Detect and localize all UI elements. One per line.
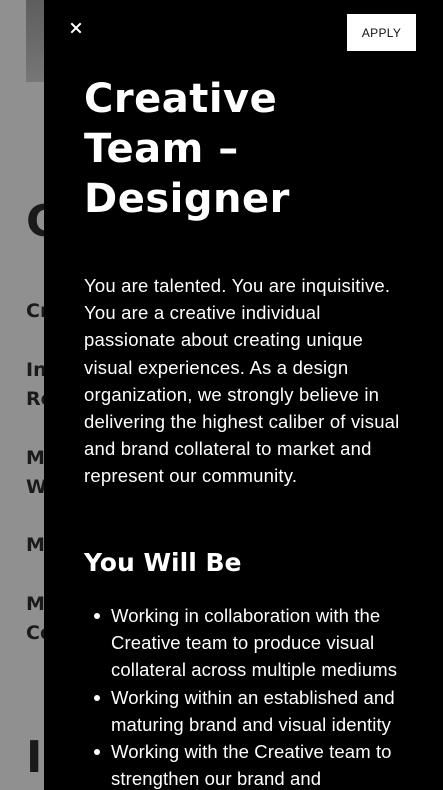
section-heading-you-will-be: You Will Be xyxy=(84,548,242,577)
list-item: Working within an established and maturi… xyxy=(94,684,436,738)
background-item: M xyxy=(26,447,45,469)
job-detail-drawer: APPLY Creative Team – Designer You are t… xyxy=(44,0,443,790)
list-item: Working with the Creative team to streng… xyxy=(94,738,436,790)
apply-button[interactable]: APPLY xyxy=(347,14,416,51)
close-icon xyxy=(70,22,82,34)
job-title: Creative Team – Designer xyxy=(84,76,290,222)
list-item: Working in collaboration with the Creati… xyxy=(94,602,436,684)
background-item: M xyxy=(26,534,45,556)
job-intro: You are talented. You are inquisitive. Y… xyxy=(84,275,400,487)
close-button[interactable] xyxy=(64,14,88,42)
responsibilities-list: Working in collaboration with the Creati… xyxy=(84,602,436,790)
background-item: M xyxy=(26,593,45,615)
